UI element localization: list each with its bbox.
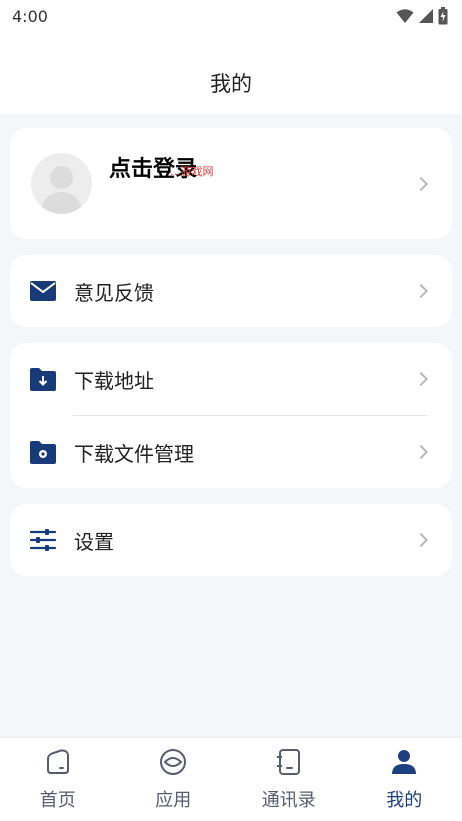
tab-label: 我的 <box>386 790 423 811</box>
download-folder-icon <box>30 366 56 392</box>
menu-item-label: 意见反馈 <box>74 280 154 305</box>
login-card[interactable]: 点击登录 ...游戏网 <box>10 128 452 239</box>
tab-label: 首页 <box>39 790 76 811</box>
bottom-tab-bar: 首页 应用 通讯录 我的 <box>0 737 462 821</box>
menu-item-settings[interactable]: 设置 <box>10 504 452 576</box>
chevron-right-icon <box>413 532 429 548</box>
tab-profile[interactable]: 我的 <box>347 738 462 821</box>
signal-icon <box>419 9 433 23</box>
menu-item-label: 下载地址 <box>74 368 154 393</box>
wifi-icon <box>396 9 414 23</box>
menu-item-download-address[interactable]: 下载地址 <box>10 343 452 415</box>
profile-icon <box>390 748 418 776</box>
tab-label: 通讯录 <box>261 790 316 811</box>
page-header: 我的 <box>0 32 462 114</box>
mail-icon <box>30 278 56 304</box>
tab-label: 应用 <box>155 790 192 811</box>
avatar-body-shape <box>41 192 82 214</box>
apps-icon <box>159 748 187 776</box>
home-icon <box>44 748 72 776</box>
folder-settings-icon <box>30 439 56 465</box>
chevron-right-icon <box>413 176 429 192</box>
battery-icon <box>438 7 448 25</box>
menu-item-label: 下载文件管理 <box>74 441 194 466</box>
settings-card: 设置 <box>10 504 452 576</box>
download-card: 下载地址 下载文件管理 <box>10 343 452 488</box>
status-bar: 4:00 <box>0 0 462 32</box>
tab-apps[interactable]: 应用 <box>116 738 232 821</box>
chevron-right-icon <box>413 444 429 460</box>
contacts-icon <box>275 748 303 776</box>
page-title: 我的 <box>210 72 252 96</box>
avatar <box>31 153 92 214</box>
status-time: 4:00 <box>12 6 48 26</box>
watermark-text: ...游戏网 <box>170 165 214 178</box>
tab-home[interactable]: 首页 <box>0 738 116 821</box>
avatar-head-shape <box>50 166 73 189</box>
menu-item-label: 设置 <box>74 529 114 554</box>
tab-contacts[interactable]: 通讯录 <box>231 738 347 821</box>
feedback-card: 意见反馈 <box>10 255 452 327</box>
menu-item-feedback[interactable]: 意见反馈 <box>10 255 452 327</box>
menu-item-download-file-management[interactable]: 下载文件管理 <box>10 416 452 488</box>
chevron-right-icon <box>413 283 429 299</box>
status-icons <box>396 7 448 25</box>
chevron-right-icon <box>413 371 429 387</box>
sliders-icon <box>30 527 56 553</box>
